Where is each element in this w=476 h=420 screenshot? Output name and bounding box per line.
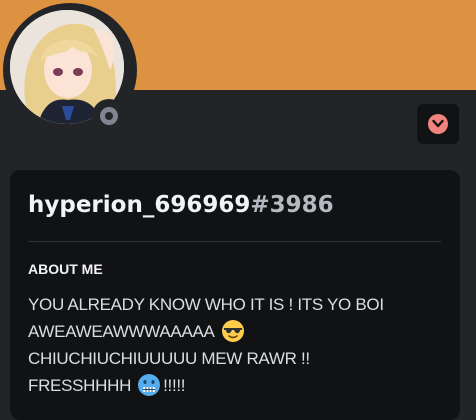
username-name: hyperion_696969 bbox=[28, 192, 251, 218]
chevron-down-icon bbox=[428, 114, 448, 134]
about-line-text: AWEAWEAWWWAAAAA bbox=[28, 322, 215, 341]
about-line-text: FRESSHHHH bbox=[28, 376, 132, 395]
status-dot-center bbox=[105, 112, 113, 120]
cold-face-emoji-icon bbox=[138, 374, 161, 396]
username[interactable]: hyperion_696969#3986 bbox=[28, 192, 334, 218]
about-line: AWEAWEAWWWAAAAA bbox=[28, 318, 448, 345]
about-line: YOU ALREADY KNOW WHO IT IS ! ITS YO BOI bbox=[28, 295, 384, 314]
divider bbox=[28, 241, 441, 242]
about-line-text: !!!!! bbox=[163, 376, 186, 395]
about-me-text: YOU ALREADY KNOW WHO IT IS ! ITS YO BOI … bbox=[28, 291, 448, 399]
username-discriminator: #3986 bbox=[250, 192, 334, 218]
about-line: CHIUCHIUCHIUUUUU MEW RAWR !! bbox=[28, 349, 310, 368]
sunglasses-emoji-icon bbox=[221, 320, 244, 342]
about-line: FRESSHHHH !!!!! bbox=[28, 372, 448, 399]
profile-menu-button[interactable] bbox=[417, 104, 459, 144]
about-me-heading: ABOUT ME bbox=[28, 261, 103, 277]
